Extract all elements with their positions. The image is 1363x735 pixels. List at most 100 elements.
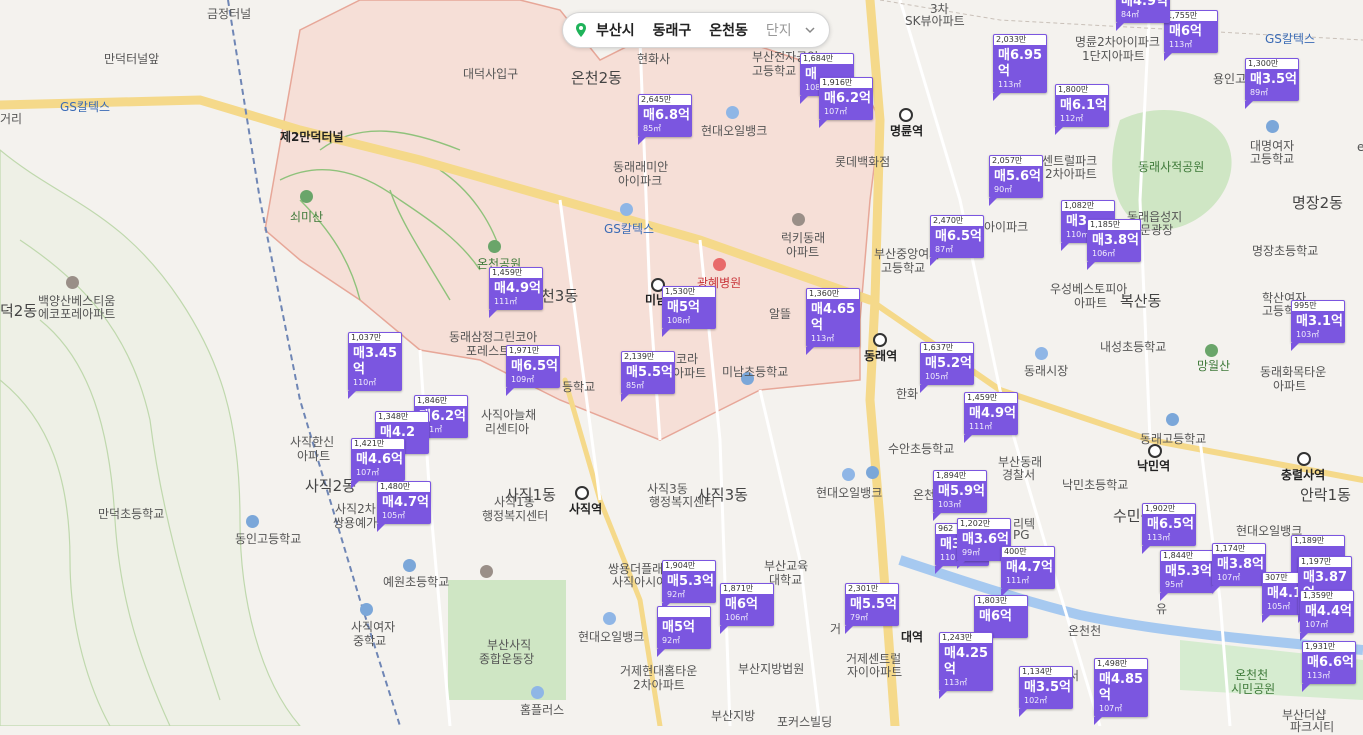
building-icon [66,276,79,289]
listing-marker[interactable]: 1,904만 매5.3억 92㎡ [662,560,716,611]
listing-marker[interactable]: 1,894만 매5.9억 103㎡ [933,470,987,521]
place-label: 예원초등학교 [383,575,450,589]
sale-price: 매3.45억 [353,346,398,377]
sale-price: 매6.95억 [998,48,1043,79]
listing-marker[interactable]: 1,800만 매6.1억 112㎡ [1055,84,1109,135]
sale-price: 매5.6억 [994,169,1041,184]
breadcrumb-dong[interactable]: 온천동 [700,20,757,40]
price-per-unit: 1,459만 [490,268,542,278]
price-per-unit: 2,033만 [994,35,1046,45]
listing-marker[interactable]: 2,470만 매6.5억 87㎡ [930,215,984,266]
subway-station-icon[interactable] [899,108,913,122]
listing-marker[interactable]: 1,902만 매6.5억 113㎡ [1142,503,1196,554]
price-per-unit: 1,931만 [1303,642,1355,652]
park-icon [300,190,313,203]
place-label: 고등학교 [1250,152,1295,166]
building-icon [792,213,805,226]
listing-marker[interactable]: 1,480만 매4.7억 105㎡ [377,481,431,532]
place-label: 쌍용예가 [333,516,378,530]
sale-price: 매4.25억 [944,646,989,677]
price-per-unit: 1,637만 [921,343,973,353]
place-label: 현화사 [637,52,671,66]
subway-station-icon[interactable] [1297,452,1311,466]
listing-marker[interactable]: 1,037만 매3.45억 110㎡ [348,332,402,399]
chevron-down-icon[interactable] [803,23,817,37]
listing-marker[interactable]: 1,174만 매3.8억 107㎡ [1212,543,1266,594]
unit-area: 85㎡ [643,124,662,133]
unit-area: 84㎡ [1121,10,1140,19]
sale-price: 매4.9억 [494,281,541,296]
place-label: 아파트 [673,366,707,380]
unit-area: 111㎡ [969,422,993,431]
price-per-unit: 1,189만 [1292,536,1344,546]
place-label: 알뜰 [769,307,792,321]
listing-marker[interactable]: 1,931만 매6.6억 113㎡ [1302,641,1356,692]
listing-marker[interactable]: 1,459만 매4.9억 111㎡ [489,267,543,318]
listing-marker[interactable]: 1,421만 매4.6억 107㎡ [351,438,405,489]
place-label: 2차아파트 [1045,167,1097,181]
sale-price: 매5억 [662,620,695,635]
listing-marker[interactable]: 2,645만 매6.8억 85㎡ [638,94,692,145]
listing-marker[interactable]: 1,530만 매5억 108㎡ [662,286,716,337]
place-label: 명장2동 [1292,194,1343,212]
place-label: 거리 [0,112,23,126]
unit-area: 109㎡ [511,375,535,384]
price-per-unit: 1,971만 [507,346,559,356]
place-label: 동래역 [864,349,898,363]
place-label: 3차 [930,2,949,16]
unit-area: 112㎡ [1060,114,1084,123]
place-label: 온천 [913,488,936,502]
listing-marker[interactable]: 1,243만 매4.25억 113㎡ [939,632,993,699]
price-per-unit: 1,904만 [663,561,715,571]
place-label: 현대오일뱅크 [701,124,768,138]
place-label: 고등학교 [881,261,926,275]
listing-marker[interactable]: 1,134만 매3.5억 102㎡ [1019,666,1073,717]
breadcrumb-district[interactable]: 동래구 [644,20,701,40]
place-label: 천3동 [541,287,579,305]
place-label: 현대오일뱅크 [816,486,883,500]
place-label: 대덕사입구 [463,67,519,81]
listing-marker[interactable]: 1,359만 매4.4억 107㎡ [1300,590,1354,641]
price-per-unit: 1,082만 [1062,201,1114,211]
sale-price: 매5.9억 [938,484,985,499]
listing-marker[interactable]: 2,033만 매6.95억 113㎡ [993,34,1047,101]
place-label: 명륜역 [890,124,924,138]
unit-area: 110㎡ [353,378,377,387]
listing-marker[interactable]: 1,300만 매3.5억 89㎡ [1245,58,1299,109]
listing-marker[interactable]: 400만 매4.7억 111㎡ [1001,546,1055,597]
listing-marker[interactable]: 1,185만 매3.8억 106㎡ [1087,219,1141,270]
sale-price: 매3.5억 [1250,72,1297,87]
place-label: PG [1013,528,1030,542]
school-icon [360,603,373,616]
breadcrumb-filter[interactable]: 단지 [757,20,801,40]
listing-marker[interactable]: 1,459만 매4.9억 111㎡ [964,392,1018,443]
listing-marker[interactable]: 995만 매3.1억 103㎡ [1291,300,1345,351]
listing-marker[interactable]: 1,498만 매4.85억 107㎡ [1094,658,1148,725]
listing-marker[interactable]: 2,301만 매5.5억 79㎡ [845,583,899,634]
listing-marker[interactable]: 1,360만 매4.65억 113㎡ [806,288,860,355]
listing-marker[interactable]: 2,139만 매5.5억 85㎡ [621,351,675,402]
listing-marker[interactable]: 1,844만 매5.3억 95㎡ [1160,550,1214,601]
price-per-unit: 1,202만 [958,519,1010,529]
listing-marker[interactable]: 1,637만 매5.2억 105㎡ [920,342,974,393]
listing-marker[interactable]: 2,057만 매5.6억 90㎡ [989,155,1043,206]
unit-area: 105㎡ [925,372,949,381]
place-label: 아이파크 [984,220,1029,234]
price-per-unit: 2,645만 [639,95,691,105]
place-label: 포레스트 [466,344,511,358]
subway-station-icon[interactable] [575,486,589,500]
listing-marker[interactable]: 1,971만 매6.5억 109㎡ [506,345,560,396]
unit-area: 92㎡ [662,636,681,645]
park-icon [1205,344,1218,357]
subway-station-icon[interactable] [873,333,887,347]
place-label: 망월산 [1197,359,1231,373]
listing-marker[interactable]: 1,916만 매6.2억 107㎡ [819,77,873,128]
listing-marker[interactable]: 매5억 92㎡ [657,606,711,657]
sale-price: 매5.3억 [667,574,714,589]
sale-price: 매3.8억 [1217,557,1264,572]
breadcrumb-city[interactable]: 부산시 [587,20,644,40]
listing-marker[interactable]: 1,871만 매6억 106㎡ [720,583,774,634]
listing-marker[interactable]: 매4.9억 84㎡ [1116,0,1170,31]
listing-marker[interactable]: 1,755만 매6억 113㎡ [1164,10,1218,61]
place-label: 롯데백화점 [835,155,891,169]
